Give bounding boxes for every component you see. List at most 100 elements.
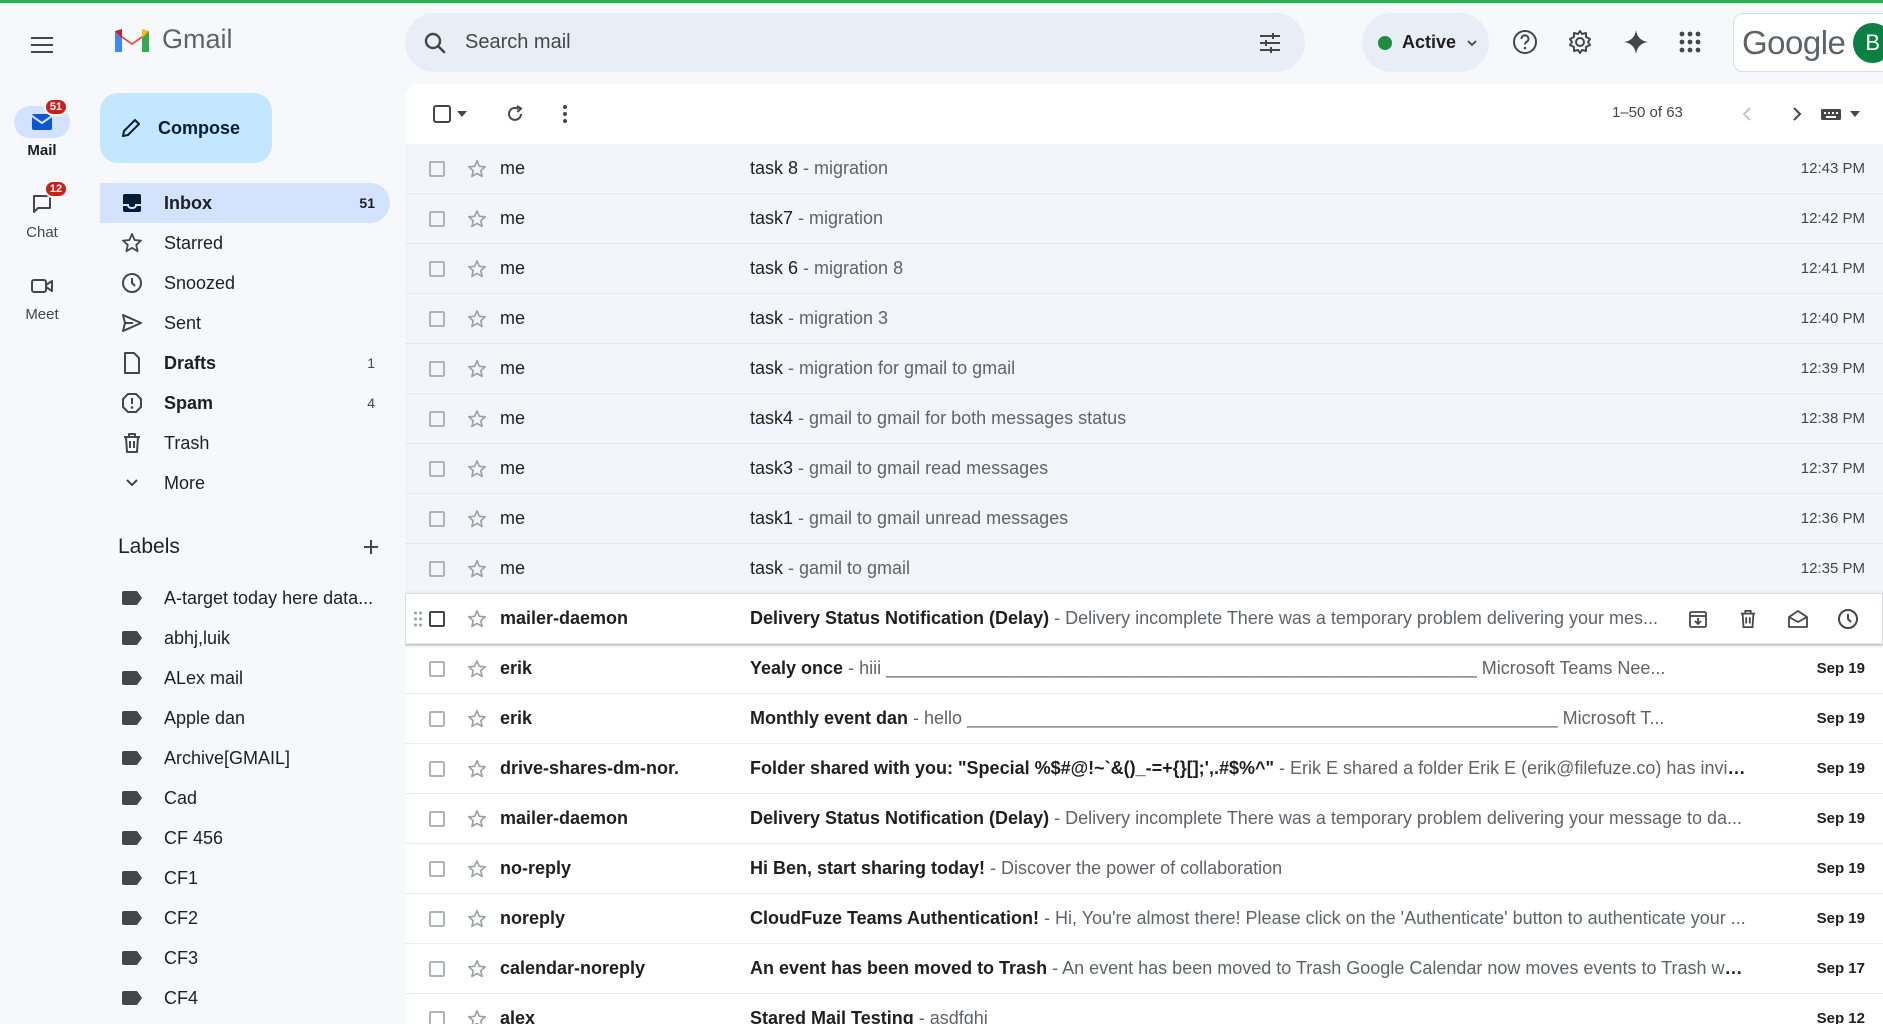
row-checkbox[interactable] <box>429 960 445 977</box>
row-checkbox[interactable] <box>429 610 445 627</box>
label-item[interactable]: CF 456 <box>100 818 390 858</box>
star-toggle[interactable] <box>465 557 489 581</box>
email-row[interactable]: me task 8 - migration 12:43 PM <box>405 144 1883 194</box>
label-item[interactable]: Cad <box>100 778 390 818</box>
status-selector[interactable]: Active <box>1362 13 1489 72</box>
star-toggle[interactable] <box>465 707 489 731</box>
label-item[interactable]: abhj,luik <box>100 618 390 658</box>
star-toggle[interactable] <box>465 207 489 231</box>
main-menu-button[interactable] <box>22 31 62 59</box>
account-switcher[interactable]: Google B <box>1733 13 1883 72</box>
star-toggle[interactable] <box>465 657 489 681</box>
row-checkbox[interactable] <box>429 310 445 327</box>
email-row[interactable]: erik Monthly event dan - hello __________… <box>405 694 1883 744</box>
label-item[interactable]: A-target today here data... <box>100 578 390 618</box>
nav-item-more[interactable]: More <box>100 463 390 503</box>
email-row[interactable]: me task3 - gmail to gmail read messages 12… <box>405 444 1883 494</box>
star-toggle[interactable] <box>465 357 489 381</box>
delete-button[interactable] <box>1723 599 1773 639</box>
search-button[interactable] <box>405 13 465 72</box>
row-checkbox[interactable] <box>429 660 445 677</box>
star-toggle[interactable] <box>465 407 489 431</box>
gemini-button[interactable] <box>1616 22 1656 62</box>
email-row[interactable]: me task1 - gmail to gmail unread messages… <box>405 494 1883 544</box>
snooze-button[interactable] <box>1823 599 1873 639</box>
row-checkbox[interactable] <box>429 510 445 527</box>
row-checkbox[interactable] <box>429 460 445 477</box>
apps-button[interactable] <box>1670 22 1710 62</box>
star-toggle[interactable] <box>465 807 489 831</box>
row-checkbox[interactable] <box>429 560 445 577</box>
email-row[interactable]: me task7 - migration 12:42 PM <box>405 194 1883 244</box>
row-checkbox[interactable] <box>429 210 445 227</box>
star-toggle[interactable] <box>465 157 489 181</box>
select-all-button[interactable] <box>425 94 475 134</box>
email-row[interactable]: drive-shares-dm-nor. Folder shared with y… <box>405 744 1883 794</box>
row-checkbox[interactable] <box>429 260 445 277</box>
settings-button[interactable] <box>1560 22 1600 62</box>
nav-item-spam[interactable]: Spam 4 <box>100 383 390 423</box>
gmail-logo[interactable]: Gmail <box>112 24 233 55</box>
email-row[interactable]: erik Yealy once - hiii __________________… <box>405 644 1883 694</box>
row-checkbox[interactable] <box>429 810 445 827</box>
email-row[interactable]: mailer-daemon Delivery Status Notificatio… <box>405 794 1883 844</box>
email-row[interactable]: mailer-daemon Delivery Status Notificatio… <box>405 594 1883 644</box>
nav-item-inbox[interactable]: Inbox 51 <box>100 183 390 223</box>
nav-item-starred[interactable]: Starred <box>100 223 390 263</box>
email-row[interactable]: me task - migration for gmail to gmail 12:… <box>405 344 1883 394</box>
support-button[interactable] <box>1505 22 1545 62</box>
email-row[interactable]: calendar-noreply An event has been moved … <box>405 944 1883 994</box>
email-row[interactable]: me task - gamil to gmail 12:35 PM <box>405 544 1883 594</box>
row-checkbox[interactable] <box>429 860 445 877</box>
rail-item-mail[interactable]: 51 Mail <box>0 98 84 159</box>
row-checkbox[interactable] <box>429 910 445 927</box>
star-toggle[interactable] <box>465 1007 489 1024</box>
search-input[interactable] <box>465 31 1235 54</box>
star-toggle[interactable] <box>465 307 489 331</box>
star-toggle[interactable] <box>465 457 489 481</box>
email-row[interactable]: noreply CloudFuze Teams Authentication! -… <box>405 894 1883 944</box>
label-item[interactable]: CF1 <box>100 858 390 898</box>
star-toggle[interactable] <box>465 257 489 281</box>
star-toggle[interactable] <box>465 857 489 881</box>
nav-item-sent[interactable]: Sent <box>100 303 390 343</box>
label-item[interactable]: CF2 <box>100 898 390 938</box>
row-checkbox[interactable] <box>429 410 445 427</box>
label-item[interactable]: Apple dan <box>100 698 390 738</box>
drag-handle-icon[interactable] <box>413 609 423 629</box>
row-checkbox[interactable] <box>429 360 445 377</box>
row-checkbox[interactable] <box>429 1010 445 1024</box>
label-item[interactable]: ALex mail <box>100 658 390 698</box>
more-actions-button[interactable] <box>545 94 585 134</box>
mark-read-button[interactable] <box>1773 599 1823 639</box>
nav-item-snoozed[interactable]: Snoozed <box>100 263 390 303</box>
star-toggle[interactable] <box>465 757 489 781</box>
rail-item-chat[interactable]: 12 Chat <box>0 180 84 241</box>
row-checkbox[interactable] <box>429 710 445 727</box>
star-toggle[interactable] <box>465 607 489 631</box>
row-checkbox[interactable] <box>429 160 445 177</box>
star-toggle[interactable] <box>465 507 489 531</box>
compose-button[interactable]: Compose <box>100 93 272 163</box>
input-tools-button[interactable] <box>1810 94 1870 134</box>
email-row[interactable]: me task 6 - migration 8 12:41 PM <box>405 244 1883 294</box>
row-checkbox[interactable] <box>429 760 445 777</box>
rail-item-meet[interactable]: Meet <box>0 270 84 323</box>
label-item[interactable]: CF4 <box>100 978 390 1018</box>
plus-icon[interactable] <box>362 538 380 556</box>
email-row[interactable]: me task4 - gmail to gmail for both messag… <box>405 394 1883 444</box>
email-row[interactable]: alex Stared Mail Testing - asdfghj Sep 12 <box>405 994 1883 1024</box>
star-toggle[interactable] <box>465 907 489 931</box>
email-row[interactable]: me task - migration 3 12:40 PM <box>405 294 1883 344</box>
search-bar[interactable] <box>405 13 1305 72</box>
prev-page-button[interactable] <box>1727 94 1767 134</box>
nav-item-trash[interactable]: Trash <box>100 423 390 463</box>
nav-item-drafts[interactable]: Drafts 1 <box>100 343 390 383</box>
label-item[interactable]: CF3 <box>100 938 390 978</box>
search-options-button[interactable] <box>1235 13 1305 72</box>
refresh-button[interactable] <box>495 94 535 134</box>
archive-button[interactable] <box>1673 599 1723 639</box>
star-toggle[interactable] <box>465 957 489 981</box>
label-item[interactable]: Archive[GMAIL] <box>100 738 390 778</box>
email-row[interactable]: no-reply Hi Ben, start sharing today! - D… <box>405 844 1883 894</box>
